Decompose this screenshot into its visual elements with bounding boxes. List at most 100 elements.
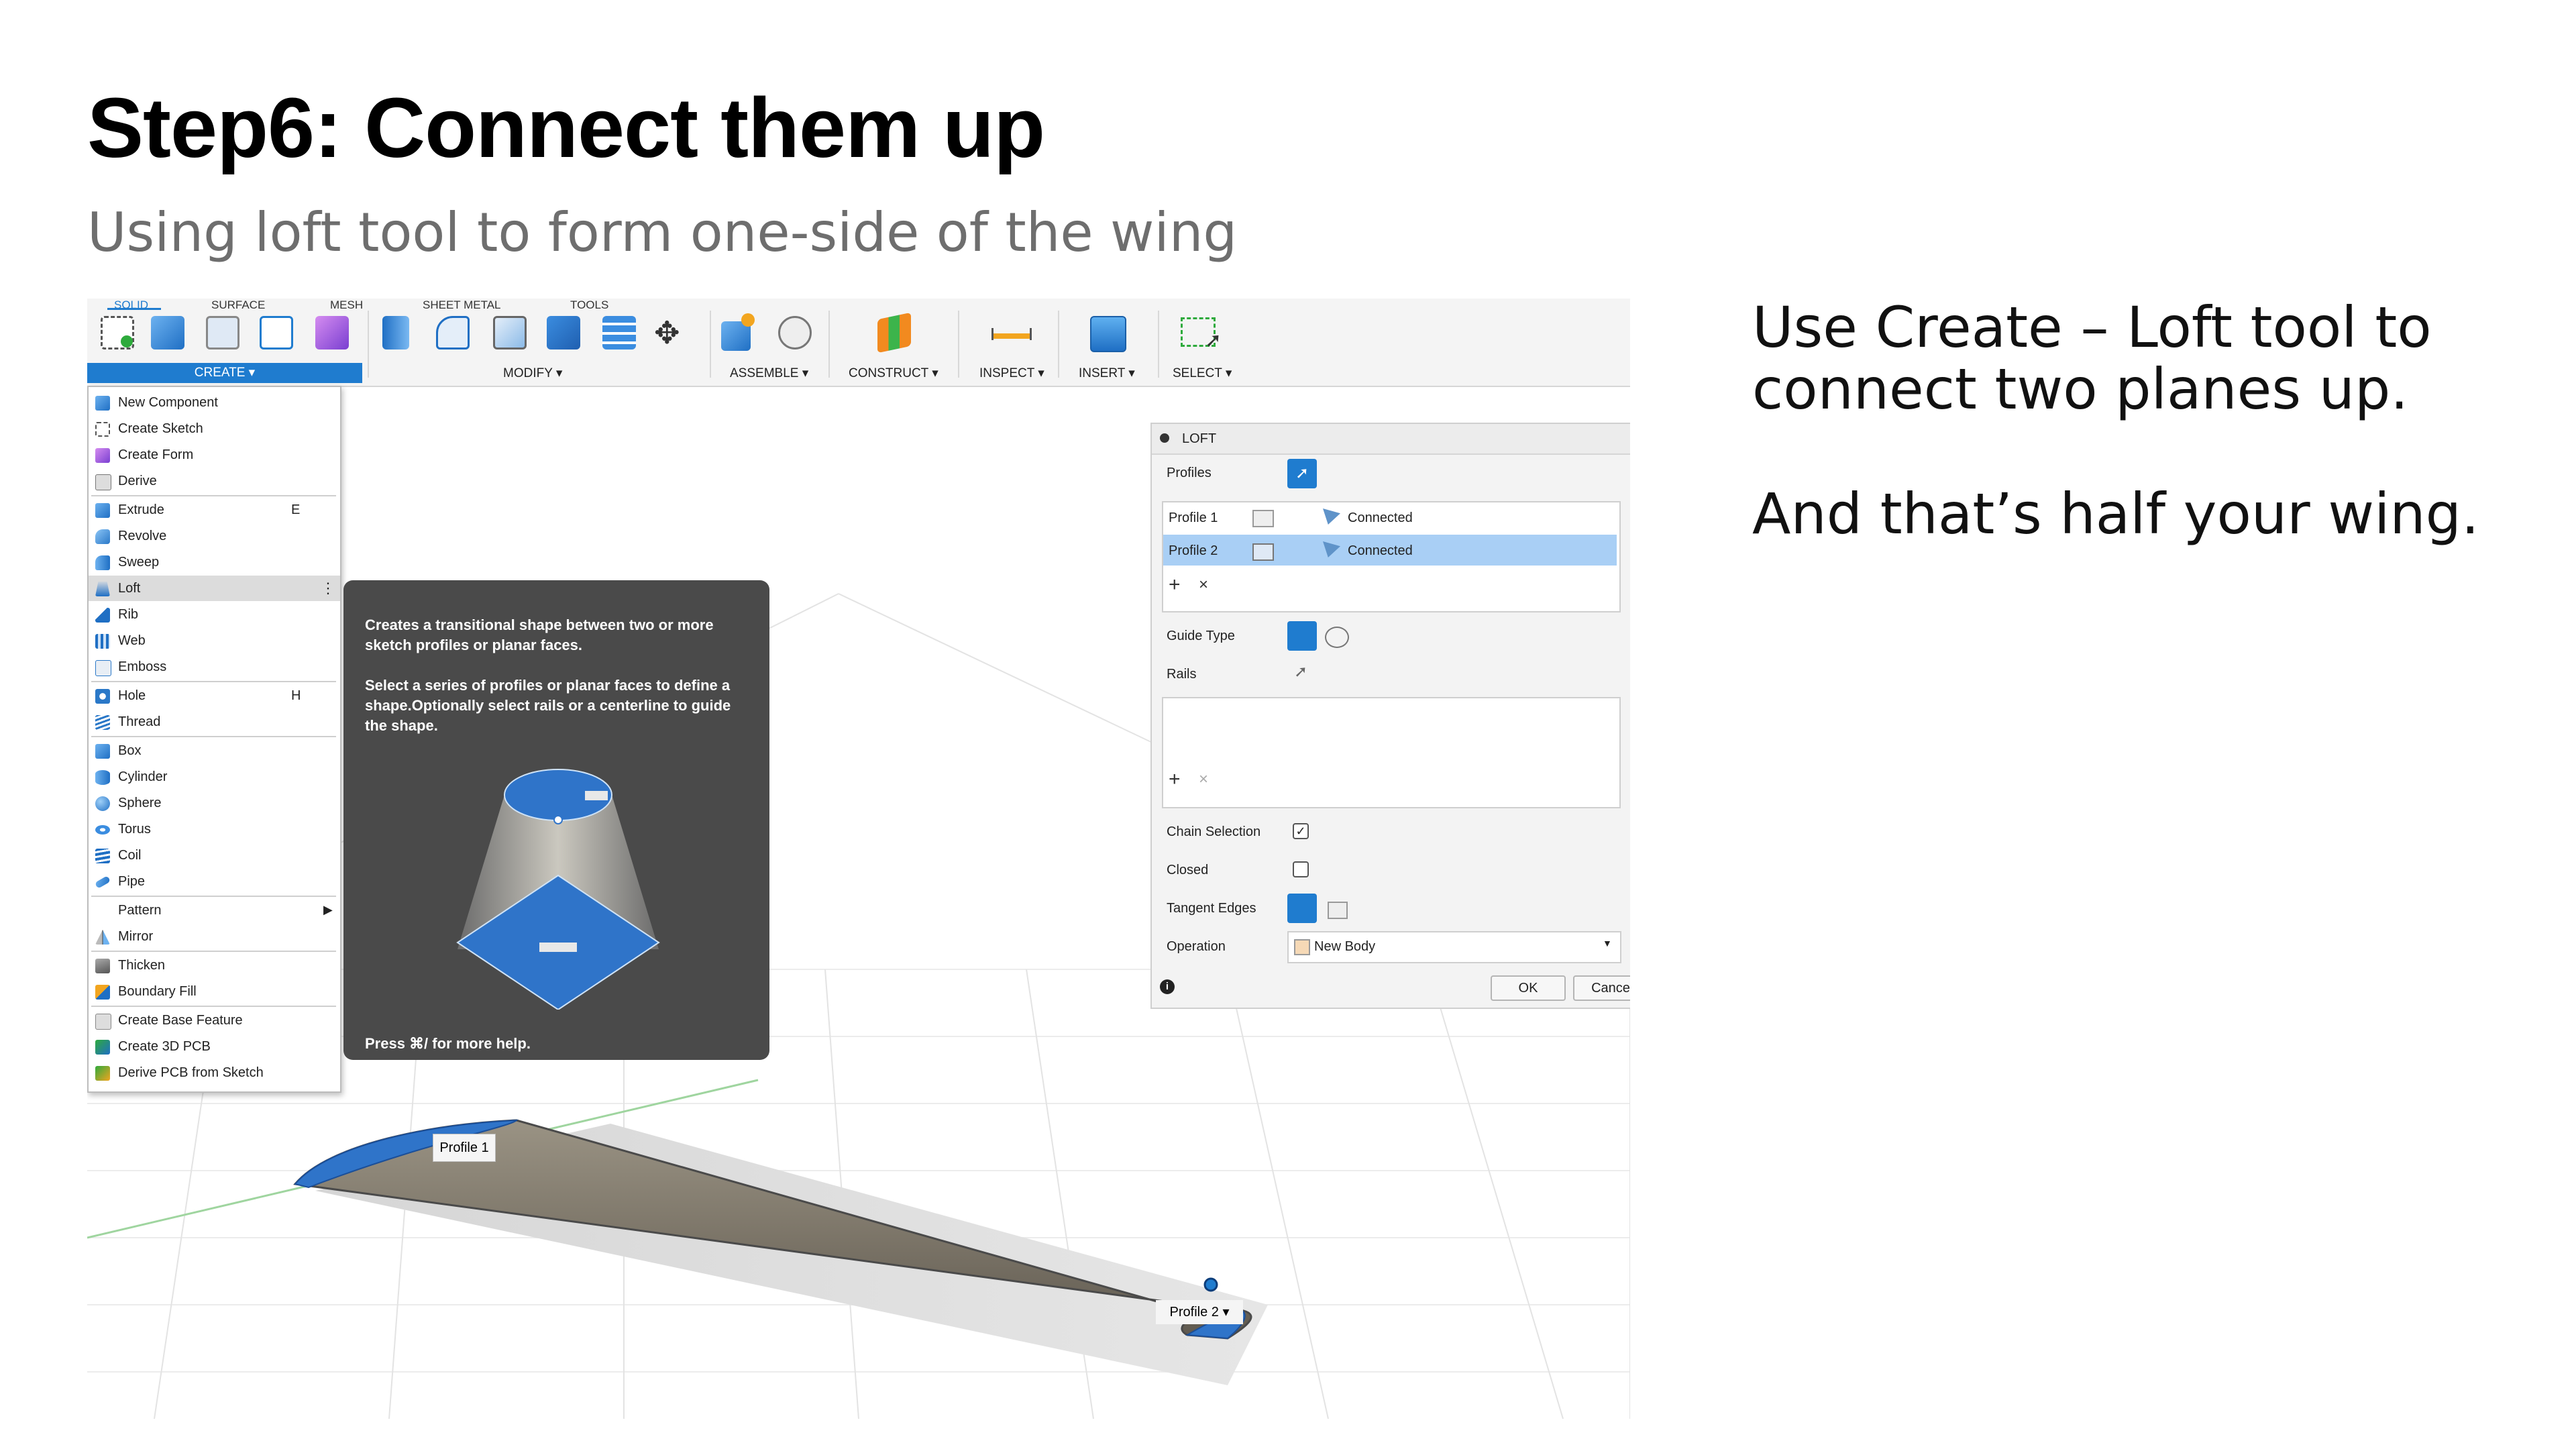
tooltip-description: Creates a transitional shape between two…	[365, 616, 714, 653]
chamfer-icon[interactable]	[493, 316, 527, 350]
menu-item-label: Emboss	[118, 659, 167, 674]
menu-item-create-form[interactable]: Create Form	[89, 442, 340, 468]
info-icon[interactable]: i	[1160, 979, 1175, 994]
profiles-select-button[interactable]: ➚	[1287, 459, 1317, 488]
menu-separator	[91, 1006, 336, 1007]
menu-item-emboss[interactable]: Emboss	[89, 654, 340, 680]
inspect-menu[interactable]: INSPECT ▾	[979, 366, 1044, 381]
joint-icon[interactable]	[778, 316, 812, 350]
menu-separator	[91, 495, 336, 496]
remove-rail-icon: ×	[1199, 770, 1209, 788]
tab-tools[interactable]: TOOLS	[570, 299, 608, 312]
menu-item-thicken[interactable]: Thicken	[89, 953, 340, 978]
menu-item-new-component[interactable]: New Component	[89, 390, 340, 415]
menu-item-torus[interactable]: Torus	[89, 816, 340, 842]
menu-item-label: Revolve	[118, 529, 167, 543]
more-options-icon[interactable]: ⋮	[321, 580, 335, 597]
tangent-merge-icon[interactable]	[1287, 894, 1317, 923]
tab-surface[interactable]: SURFACE	[211, 299, 265, 312]
menu-item-create-base-feature[interactable]: Create Base Feature	[89, 1008, 340, 1033]
menu-item-derive[interactable]: Derive	[89, 468, 340, 494]
cancel-button[interactable]: Cance	[1573, 975, 1630, 1001]
create-menu-button[interactable]: CREATE ▾	[87, 363, 362, 383]
menu-item-pattern[interactable]: Pattern ▶	[89, 898, 340, 923]
sketch-rect-icon[interactable]	[260, 316, 293, 350]
tab-sheet-metal[interactable]: SHEET METAL	[423, 299, 501, 312]
menu-item-hole[interactable]: Hole H	[89, 683, 340, 708]
modify-menu[interactable]: MODIFY ▾	[503, 366, 562, 381]
profile2-label[interactable]: Profile 2 ▾	[1156, 1300, 1243, 1324]
menu-item-revolve[interactable]: Revolve	[89, 523, 340, 549]
select-menu[interactable]: SELECT ▾	[1173, 366, 1232, 381]
guide-type-label: Guide Type	[1167, 629, 1235, 643]
revolve-icon	[95, 529, 110, 544]
insert-image-icon[interactable]	[1090, 316, 1126, 352]
tab-mesh[interactable]: MESH	[330, 299, 363, 312]
menu-item-rib[interactable]: Rib	[89, 602, 340, 627]
menu-item-label: Box	[118, 743, 142, 758]
assemble-menu[interactable]: ASSEMBLE ▾	[730, 366, 808, 381]
menu-item-extrude[interactable]: Extrude E	[89, 497, 340, 523]
sketch-icon	[95, 422, 110, 437]
insert-menu[interactable]: INSERT ▾	[1079, 366, 1135, 381]
base-feature-icon	[95, 1014, 111, 1030]
remove-profile-icon[interactable]: ×	[1199, 577, 1208, 593]
combine-icon[interactable]	[602, 316, 636, 350]
menu-item-label: Thicken	[118, 958, 166, 973]
menu-item-label: Cylinder	[118, 769, 168, 784]
menu-item-coil[interactable]: Coil	[89, 843, 340, 868]
ok-button[interactable]: OK	[1491, 975, 1566, 1001]
menu-item-label: Derive	[118, 474, 157, 488]
guide-rails-icon[interactable]	[1287, 621, 1317, 651]
rails-select-icon[interactable]: ➚	[1294, 662, 1307, 682]
profile1-label[interactable]: Profile 1	[433, 1134, 496, 1162]
closed-checkbox[interactable]	[1293, 861, 1309, 877]
profile-row-status: Connected	[1348, 543, 1413, 558]
menu-item-sweep[interactable]: Sweep	[89, 549, 340, 575]
menu-item-mirror[interactable]: Mirror	[89, 924, 340, 949]
slide-title: Step6: Connect them up	[87, 80, 1045, 175]
chain-selection-checkbox[interactable]: ✓	[1293, 823, 1309, 839]
guide-centerline-icon[interactable]	[1325, 627, 1349, 648]
menu-item-label: Loft	[118, 581, 141, 596]
create-form-icon[interactable]	[206, 316, 239, 350]
shell-icon[interactable]	[547, 316, 580, 350]
menu-item-label: Sphere	[118, 796, 162, 810]
menu-item-boundary-fill[interactable]: Boundary Fill	[89, 979, 340, 1004]
tab-solid[interactable]: SOLID	[114, 299, 148, 312]
create-dropdown-menu: New Component Create Sketch Create Form …	[87, 386, 341, 1093]
move-icon[interactable]: ✥	[654, 317, 680, 348]
box-icon	[95, 744, 110, 759]
menu-item-web[interactable]: Web	[89, 628, 340, 653]
profile-row-status: Connected	[1348, 511, 1413, 525]
menu-item-create-3d-pcb[interactable]: Create 3D PCB	[89, 1034, 340, 1059]
tangent-keep-icon[interactable]	[1328, 902, 1348, 919]
add-profile-icon[interactable]: +	[1169, 575, 1181, 595]
collapse-icon[interactable]	[1160, 433, 1169, 443]
menu-item-loft[interactable]: Loft ⋮	[89, 576, 340, 601]
menu-item-pipe[interactable]: Pipe	[89, 869, 340, 894]
menu-item-box[interactable]: Box	[89, 738, 340, 763]
rib-icon	[95, 608, 110, 623]
menu-item-label: New Component	[118, 395, 218, 410]
thread-icon	[95, 715, 110, 730]
menu-item-thread[interactable]: Thread	[89, 709, 340, 735]
profile-row-name: Profile 2	[1169, 543, 1218, 558]
construct-plane-icon[interactable]	[877, 312, 911, 354]
form-cube-icon[interactable]	[315, 316, 349, 350]
menu-item-label: Extrude	[118, 502, 164, 517]
menu-item-cylinder[interactable]: Cylinder	[89, 764, 340, 790]
coil-icon	[95, 849, 110, 863]
fillet-icon[interactable]	[436, 316, 470, 350]
construct-menu[interactable]: CONSTRUCT ▾	[849, 366, 938, 381]
shortcut-key: H	[291, 688, 301, 703]
menu-item-label: Coil	[118, 848, 142, 863]
menu-item-create-sketch[interactable]: Create Sketch	[89, 416, 340, 441]
press-pull-icon[interactable]	[382, 316, 409, 350]
add-rail-icon[interactable]: +	[1169, 769, 1181, 790]
extrude-icon[interactable]	[151, 316, 184, 350]
menu-item-sphere[interactable]: Sphere	[89, 790, 340, 816]
operation-label: Operation	[1167, 939, 1226, 954]
menu-item-derive-pcb[interactable]: Derive PCB from Sketch	[89, 1060, 340, 1085]
menu-separator	[91, 681, 336, 682]
